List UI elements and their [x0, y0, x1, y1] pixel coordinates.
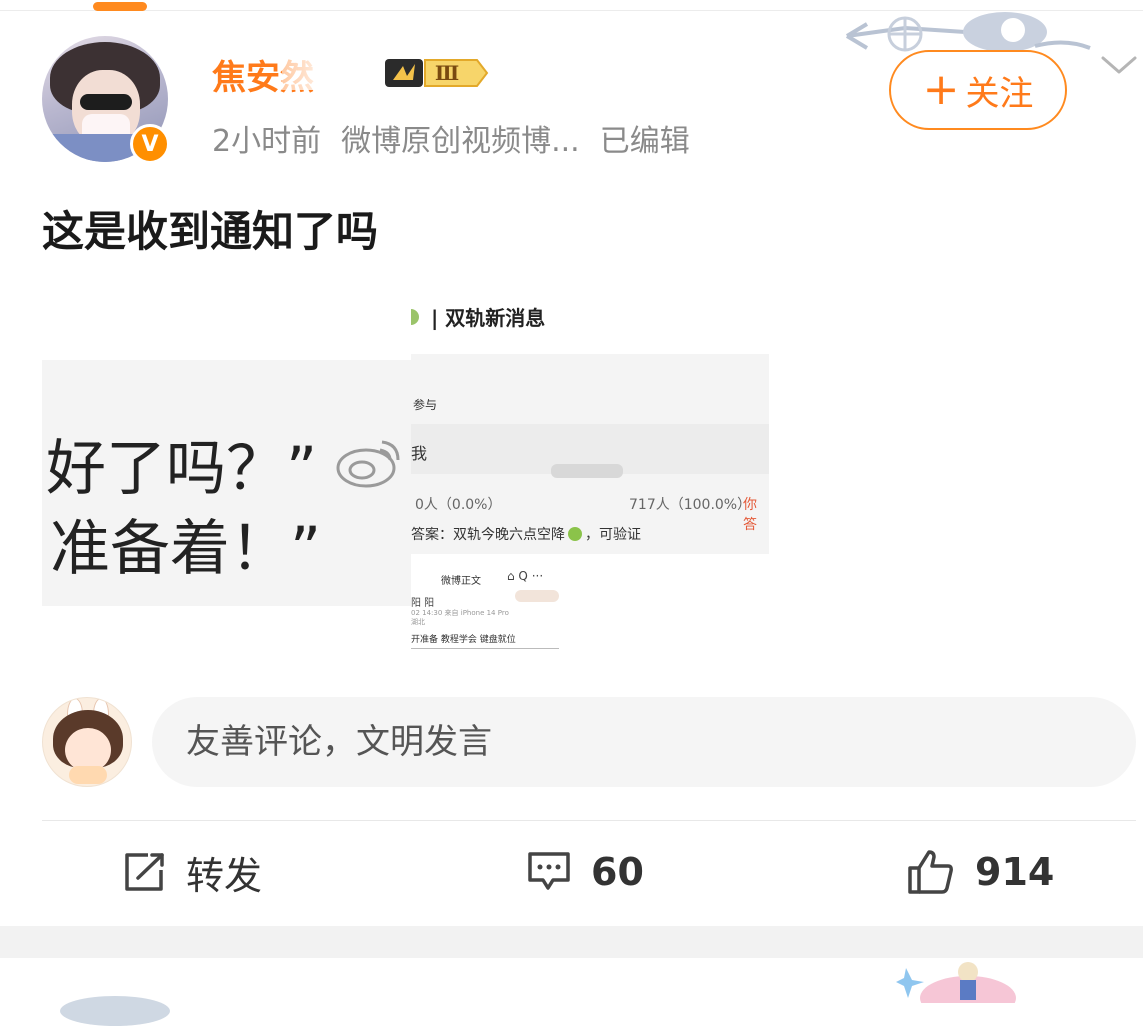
comment-input[interactable] — [152, 697, 1136, 787]
weibo-detail-time: 02 14:30 来自 iPhone 14 Pro — [411, 609, 509, 617]
image-caption-line1: 好了吗？” — [46, 434, 318, 504]
follow-button[interactable]: + 关注 — [889, 50, 1067, 130]
like-button[interactable]: 914 — [907, 840, 1054, 904]
tab-indicator — [93, 2, 147, 11]
plus-icon: + — [922, 64, 960, 115]
kiwi-icon — [568, 527, 582, 541]
thumbs-up-icon — [908, 850, 953, 894]
screenshot-answer: 答案：双轨今晚六点空降 ，可验证 — [411, 527, 641, 543]
name-blur-overlay — [282, 52, 380, 90]
weibo-detail-name: 阳 阳 — [411, 598, 435, 609]
weibo-detail-title: 微博正文 — [441, 576, 481, 587]
repost-icon — [125, 853, 164, 891]
repost-button[interactable]: 转发 — [124, 840, 262, 904]
post-meta: 2小时前 微博原创视频博... 已编辑 — [212, 116, 710, 160]
avatar-sunglasses — [80, 94, 132, 110]
next-post-avatar[interactable] — [60, 996, 170, 1026]
repost-label: 转发 — [186, 853, 263, 898]
weibo-logo-icon — [336, 440, 400, 488]
screenshot-title: | 双轨新消息 — [431, 306, 546, 330]
avatar-hands — [69, 766, 107, 784]
edited-label[interactable]: 已编辑 — [600, 124, 690, 159]
level-badge-icon: Ⅲ — [385, 59, 489, 87]
stats-right: 717人（100.0%） — [629, 497, 752, 513]
sticker-strip — [515, 590, 559, 602]
action-divider — [42, 820, 1136, 821]
verified-icon: V — [130, 124, 170, 164]
follow-label: 关注 — [965, 73, 1034, 114]
card-decoration-icon — [896, 962, 1016, 1003]
weibo-detail-location: 湖北 — [411, 618, 425, 626]
post-source[interactable]: 微博原创视频博... — [341, 124, 580, 159]
comment-count: 60 — [591, 850, 644, 894]
post-text: 这是收到通知了吗 — [42, 207, 379, 256]
chevron-down-icon[interactable] — [1098, 50, 1140, 78]
image-caption-line2: 准备着！” — [50, 514, 322, 584]
weibo-detail-icons: ⌂ Q ··· — [507, 569, 544, 583]
commenter-avatar[interactable] — [42, 697, 132, 787]
level-badge-text: Ⅲ — [435, 61, 459, 85]
comment-icon — [528, 852, 570, 890]
stats-left: 0人（0.0%） — [415, 497, 502, 513]
post-image-right[interactable]: | 双轨新消息 参与 我 0人（0.0%） 717人（100.0%） 你答 答案… — [411, 292, 769, 652]
weibo-detail-text: 开准备 教程学会 键盘就位 — [411, 635, 516, 645]
comment-button[interactable]: 60 — [527, 840, 644, 904]
screenshot-row1: 参与 — [413, 398, 438, 412]
post-image-left[interactable]: 好了吗？” 准备着！” — [42, 360, 411, 606]
feed-separator — [0, 926, 1143, 958]
post-time: 2小时前 — [212, 124, 322, 159]
like-count: 914 — [975, 850, 1055, 894]
stats-you: 你答 — [743, 497, 757, 533]
screenshot-row2: 我 — [411, 444, 428, 463]
blurred-tag — [551, 464, 623, 478]
weibo-detail-underline — [411, 648, 559, 649]
